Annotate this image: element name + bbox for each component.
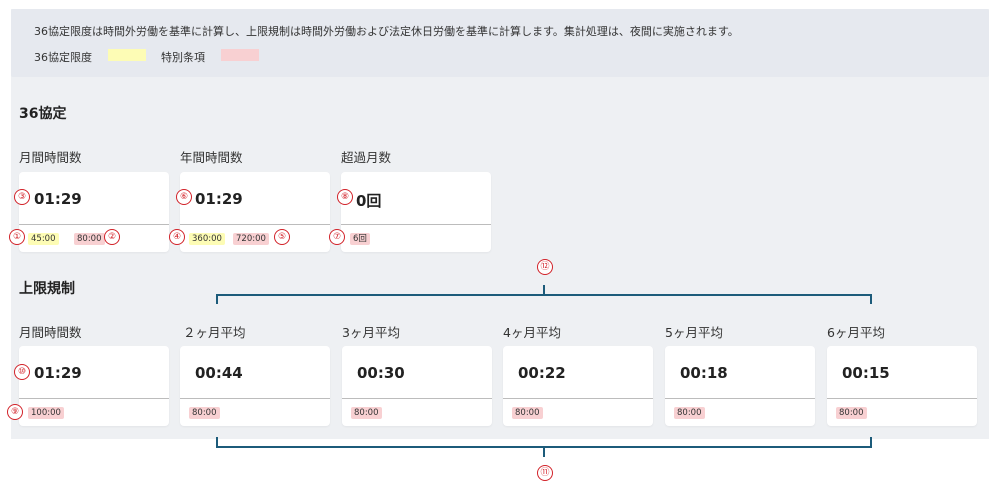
value-6-month-average: 00:15: [842, 364, 890, 382]
badge-36-limit: 45:00: [28, 233, 59, 245]
badge-special-limit: 100:00: [28, 407, 64, 419]
annotation-marker-10: ⑩: [14, 364, 30, 380]
label-ul-monthly-hours: 月間時間数: [19, 325, 82, 340]
badge-special-limit: 80:00: [351, 407, 382, 419]
badge-special-limit: 80:00: [74, 233, 105, 245]
badge-special-limit: 80:00: [674, 407, 705, 419]
annotation-marker-5: ⑤: [274, 229, 290, 245]
card-5-month-average: 00:18 80:00: [665, 346, 815, 426]
annotation-marker-11: ⑪: [537, 465, 553, 481]
value-5-month-average: 00:18: [680, 364, 728, 382]
notice-text: 36協定限度は時間外労働を基準に計算し、上限規制は時間外労働および法定休日労働を…: [34, 25, 739, 38]
card-36-monthly-hours: 01:29 45:00 80:00: [19, 172, 169, 252]
label-6-month-average: 6ヶ月平均: [827, 325, 885, 340]
value-ul-monthly-hours: 01:29: [34, 364, 82, 382]
card-36-exceeded-months: 0回 6回: [341, 172, 491, 252]
card-ul-monthly-hours: 01:29 100:00: [19, 346, 169, 426]
badge-special-limit: 80:00: [189, 407, 220, 419]
annotation-marker-9: ⑨: [7, 404, 23, 420]
card-3-month-average: 00:30 80:00: [342, 346, 492, 426]
value-2-month-average: 00:44: [195, 364, 243, 382]
value-3-month-average: 00:30: [357, 364, 405, 382]
value-36-annual-hours: 01:29: [195, 190, 243, 208]
annotation-marker-1: ①: [9, 229, 25, 245]
label-exceeded-months: 超過月数: [341, 150, 392, 165]
value-36-exceeded-months: 0回: [356, 192, 382, 210]
label-annual-hours: 年間時間数: [180, 150, 243, 165]
value-36-monthly-hours: 01:29: [34, 190, 82, 208]
card-6-month-average: 00:15 80:00: [827, 346, 977, 426]
section-title-36-agreement: 36協定: [19, 106, 67, 122]
annotation-marker-3: ③: [14, 189, 30, 205]
card-2-month-average: 00:44 80:00: [180, 346, 330, 426]
legend-swatch-red: [221, 49, 259, 61]
annotation-marker-7: ⑦: [329, 229, 345, 245]
legend-label-special-clause: 特別条項: [161, 51, 205, 64]
label-4-month-average: 4ヶ月平均: [503, 325, 561, 340]
label-monthly-hours: 月間時間数: [19, 150, 82, 165]
badge-special-limit: 6回: [350, 233, 370, 245]
badge-36-limit: 360:00: [189, 233, 225, 245]
annotation-marker-8: ⑧: [337, 189, 353, 205]
card-4-month-average: 00:22 80:00: [503, 346, 653, 426]
legend-swatch-yellow: [108, 49, 146, 61]
overtime-summary-panel: 36協定限度は時間外労働を基準に計算し、上限規制は時間外労働および法定休日労働を…: [11, 9, 989, 439]
badge-special-limit: 80:00: [836, 407, 867, 419]
calculation-notice: 36協定限度は時間外労働を基準に計算し、上限規制は時間外労働および法定休日労働を…: [11, 9, 989, 77]
annotation-marker-2: ②: [104, 229, 120, 245]
annotation-marker-4: ④: [169, 229, 185, 245]
badge-special-limit: 80:00: [512, 407, 543, 419]
value-4-month-average: 00:22: [518, 364, 566, 382]
label-3-month-average: 3ヶ月平均: [342, 325, 400, 340]
badge-special-limit: 720:00: [233, 233, 269, 245]
section-title-upper-limit: 上限規制: [19, 281, 75, 297]
label-5-month-average: 5ヶ月平均: [665, 325, 723, 340]
annotation-marker-6: ⑥: [176, 189, 192, 205]
card-36-annual-hours: 01:29 360:00 720:00: [180, 172, 330, 252]
legend-label-36-limit: 36協定限度: [34, 51, 92, 64]
label-2-month-average: ２ヶ月平均: [183, 325, 246, 340]
annotation-marker-12: ⑫: [537, 259, 553, 275]
